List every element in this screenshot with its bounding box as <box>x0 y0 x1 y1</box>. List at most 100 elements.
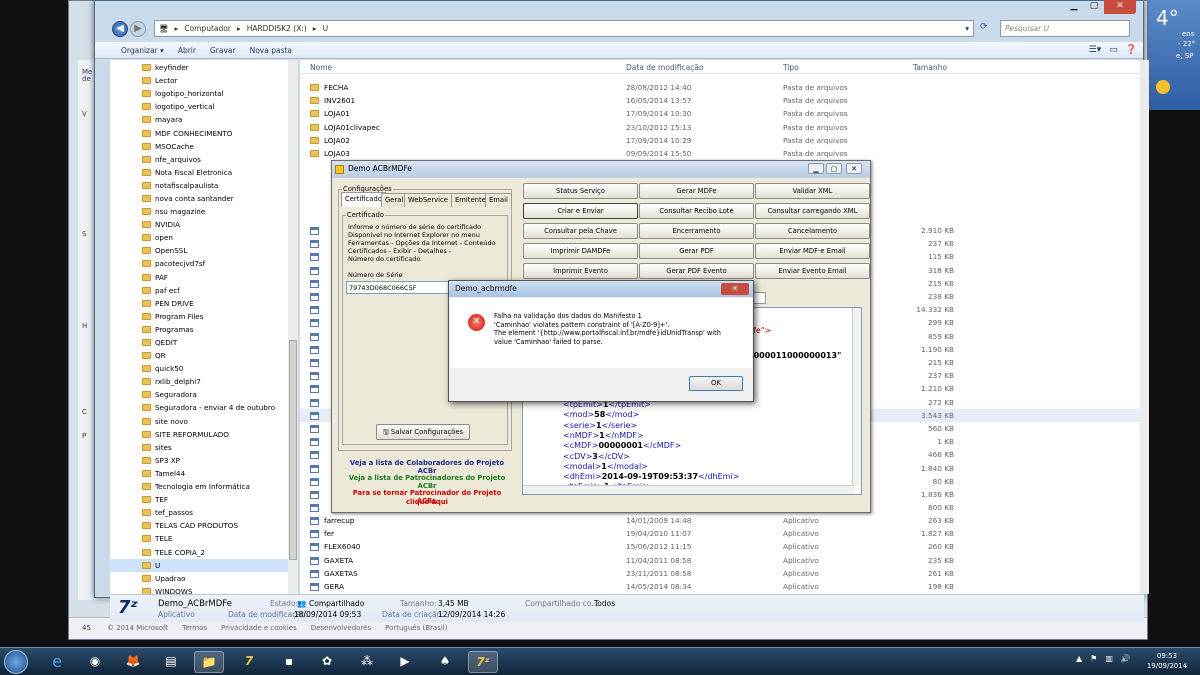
table-row[interactable]: LOJA02 17/09/2014 10:29 Pasta de arquivos <box>300 134 1140 147</box>
breadcrumb-item-0[interactable]: Computador <box>184 24 231 33</box>
firefox-icon[interactable]: 🦊 <box>118 651 148 673</box>
tree-item[interactable]: MDF CONHECIMENTO <box>110 126 297 139</box>
acbr-button[interactable]: Enviar Evento Email <box>755 263 870 279</box>
network-app-icon[interactable]: ⁂ <box>352 651 382 673</box>
tab-email[interactable]: Email <box>485 193 512 207</box>
tree-item[interactable]: sites <box>110 441 297 454</box>
acbr-button[interactable]: Gerar PDF <box>639 243 754 259</box>
delphi-icon[interactable]: 7 <box>234 651 264 673</box>
tree-item[interactable]: QEDIT <box>110 336 297 349</box>
tree-item[interactable]: quick50 <box>110 362 297 375</box>
acbr-close-button[interactable]: ✕ <box>846 163 862 174</box>
breadcrumb-arrow-icon[interactable]: ▸ <box>313 24 317 33</box>
acbr-button[interactable]: Consultar pela Chave <box>523 223 638 239</box>
tab-certificado[interactable]: Certificado <box>341 192 386 207</box>
acbr-button[interactable]: Imprimir DAMDFe <box>523 243 638 259</box>
new-folder-button[interactable]: Nova pasta <box>250 46 292 55</box>
tree-item[interactable]: Seguradora - enviar 4 de outubro <box>110 401 297 414</box>
acbr-minimize-button[interactable]: ▁ <box>808 163 824 174</box>
tree-item[interactable]: U <box>110 558 297 572</box>
tree-item[interactable]: logotipo_vertical <box>110 100 297 113</box>
col-date[interactable]: Data de modificação <box>626 63 704 72</box>
open-button[interactable]: Abrir <box>178 46 196 55</box>
link-patrocinadores[interactable]: Veja a lista de Patrocinadores do Projet… <box>342 474 512 490</box>
acbr-button[interactable]: Consultar Recibo Lote <box>639 203 754 219</box>
tree-item[interactable]: SP3 XP <box>110 454 297 467</box>
explorer-taskbar-icon[interactable]: 📁 <box>194 651 224 673</box>
tree-item[interactable]: PAF <box>110 271 297 284</box>
tray-arrow-icon[interactable]: ▲ <box>1076 654 1082 663</box>
ie-icon[interactable]: e <box>42 651 72 673</box>
maximize-button[interactable]: ▢ <box>1084 0 1104 14</box>
acbr-button[interactable]: Validar XML <box>755 183 870 199</box>
acbr-button[interactable]: Cancelamento <box>755 223 870 239</box>
tree-item[interactable]: mayara <box>110 113 297 126</box>
tree-item[interactable]: TELAS CAD PRODUTOS <box>110 519 297 532</box>
acbr-button[interactable]: Imprimir Evento <box>523 263 638 279</box>
tree-item[interactable]: Program Files <box>110 310 297 323</box>
tree-item[interactable]: TELE <box>110 532 297 545</box>
tree-item[interactable]: Lector <box>110 74 297 87</box>
link-click-here[interactable]: clique aqui <box>342 498 512 506</box>
help-icon[interactable]: ❓ <box>1126 45 1137 55</box>
table-row[interactable]: INV2601 16/05/2014 13:57 Pasta de arquivos <box>300 94 1140 107</box>
table-row[interactable]: GERA 14/05/2014 08:34 Aplicativo 198 KB <box>300 580 1140 593</box>
media-folder-icon[interactable]: ▤ <box>156 651 186 673</box>
table-row[interactable]: farrecup 14/01/2009 14:48 Aplicativo 263 KB <box>300 514 1140 527</box>
tree-item[interactable]: Upadrao <box>110 572 297 585</box>
tree-item[interactable]: site novo <box>110 415 297 428</box>
tree-item[interactable]: QR <box>110 349 297 362</box>
col-size[interactable]: Tamanho <box>913 63 947 72</box>
acbr-taskbar-icon[interactable]: 7ᶻ <box>468 651 498 673</box>
breadcrumb-item-2[interactable]: U <box>323 24 329 33</box>
tab-webservice[interactable]: WebService <box>404 193 452 207</box>
xml-scrollbar[interactable] <box>852 308 861 486</box>
refresh-icon[interactable]: ⟳ <box>980 22 988 32</box>
tree-item[interactable]: WINDOWS <box>110 585 297 594</box>
organize-button[interactable]: Organizar ▾ <box>121 46 164 55</box>
tree-item[interactable]: tef_passos <box>110 506 297 519</box>
table-row[interactable]: FLEX6040 15/06/2012 11:15 Aplicativo 260 KB <box>300 540 1140 553</box>
flag-icon[interactable]: ⚑ <box>1090 654 1097 663</box>
ok-button[interactable]: OK <box>689 376 743 391</box>
tree-item[interactable]: paf ecf <box>110 284 297 297</box>
filelist-scrollbar[interactable] <box>1140 60 1149 594</box>
media-player-icon[interactable]: ▶ <box>390 651 420 673</box>
view-options-icon[interactable]: ☰▾ <box>1089 45 1102 55</box>
tree-item[interactable]: rxlib_delphi7 <box>110 375 297 388</box>
acbr-button[interactable]: Gerar MDFe <box>639 183 754 199</box>
acbr-maximize-button[interactable]: ▢ <box>826 163 842 174</box>
volume-icon[interactable]: 🔊 <box>1121 654 1131 663</box>
tree-item[interactable]: Seguradora <box>110 388 297 401</box>
tree-item[interactable]: open <box>110 231 297 244</box>
footer-link-4[interactable]: Português (Brasil) <box>385 624 447 632</box>
acbr-button[interactable]: Consultar carregando XML <box>755 203 870 219</box>
table-row[interactable]: GAXETA 11/04/2011 08:58 Aplicativo 235 KB <box>300 554 1140 567</box>
dropdown-icon[interactable]: ▾ <box>965 24 973 33</box>
tree-item[interactable]: notafiscalpaulista <box>110 179 297 192</box>
col-type[interactable]: Tipo <box>783 63 799 72</box>
cmd-icon[interactable]: ▪ <box>274 651 304 673</box>
footer-link-3[interactable]: Desenvolvedores <box>311 624 371 632</box>
tree-item[interactable]: SITE REFORMULADO <box>110 428 297 441</box>
table-row[interactable]: LOJA01clivapec 23/10/2012 15:13 Pasta de a… <box>300 121 1140 134</box>
tree-item[interactable]: Tamel44 <box>110 467 297 480</box>
tree-item[interactable]: keyfinder <box>110 61 297 74</box>
chrome-icon[interactable]: ◉ <box>80 651 110 673</box>
save-config-button[interactable]: 🖫 Salvar Configurações <box>376 424 470 440</box>
forward-icon[interactable]: ▶ <box>130 21 146 37</box>
acbr-button[interactable]: Criar e Enviar <box>523 203 638 219</box>
footer-link-0[interactable]: © 2014 Microsoft <box>107 624 168 632</box>
tab-emitente[interactable]: Emitente <box>451 193 490 207</box>
table-row[interactable]: fer 19/04/2010 11:07 Aplicativo 1.827 KB <box>300 527 1140 540</box>
tree-item[interactable]: Nota Fiscal Eletronica <box>110 166 297 179</box>
tree-item[interactable]: Programas <box>110 323 297 336</box>
breadcrumb-arrow-icon[interactable]: ▸ <box>237 24 241 33</box>
tree-item[interactable]: nfe_arquivos <box>110 153 297 166</box>
tree-item[interactable]: pacotecjvd7sf <box>110 257 297 270</box>
close-button[interactable]: ✕ <box>1104 0 1136 14</box>
breadcrumb-arrow-icon[interactable]: ▸ <box>175 24 179 33</box>
xml-hscrollbar[interactable] <box>523 485 854 494</box>
clock[interactable]: 09:53 19/09/2014 <box>1138 651 1196 671</box>
acbr-button[interactable]: Enviar MDF-e Email <box>755 243 870 259</box>
